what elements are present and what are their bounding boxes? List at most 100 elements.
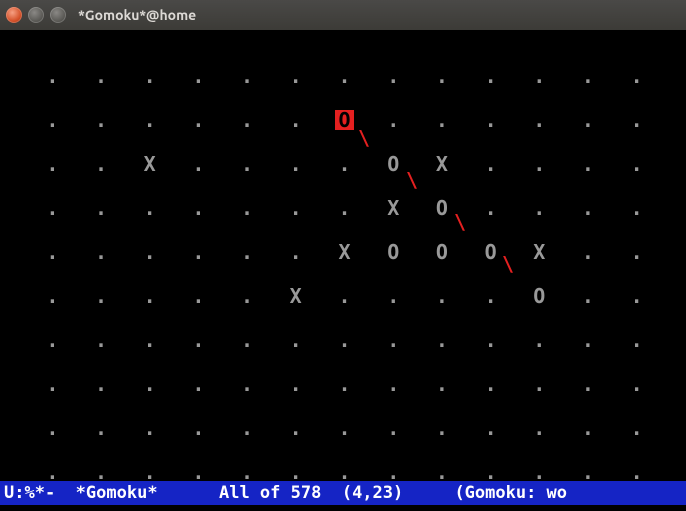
board-cell[interactable]: . xyxy=(125,450,174,481)
board-cell[interactable]: . xyxy=(125,54,174,98)
board-cell[interactable]: . xyxy=(515,142,564,186)
board-cell[interactable]: . xyxy=(418,318,467,362)
board-cell[interactable]: . xyxy=(223,362,272,406)
minimize-icon[interactable] xyxy=(28,7,44,23)
board-cell[interactable]: . xyxy=(223,450,272,481)
board-cell[interactable]: . xyxy=(28,450,77,481)
board-cell[interactable]: . xyxy=(174,230,223,274)
board-cell[interactable]: . xyxy=(28,54,77,98)
board-cell[interactable]: . xyxy=(369,274,418,318)
board-cell[interactable]: . xyxy=(28,230,77,274)
board-cell[interactable]: . xyxy=(174,274,223,318)
board-cell[interactable]: . xyxy=(77,186,126,230)
board-cell[interactable]: X xyxy=(369,186,418,230)
board-cell[interactable]: . xyxy=(77,318,126,362)
board-cell[interactable]: . xyxy=(320,406,369,450)
board-cell[interactable]: . xyxy=(369,406,418,450)
board-cell[interactable]: . xyxy=(466,186,515,230)
board-cell[interactable]: . xyxy=(515,98,564,142)
board-cell[interactable]: . xyxy=(320,450,369,481)
board-cell[interactable]: . xyxy=(223,98,272,142)
board-cell[interactable]: . xyxy=(174,142,223,186)
board-cell[interactable]: . xyxy=(418,450,467,481)
gomoku-board-area[interactable]: ...................O........X....OX.....… xyxy=(28,30,661,481)
board-cell[interactable]: . xyxy=(515,362,564,406)
board-cell[interactable]: . xyxy=(174,406,223,450)
board-cell[interactable]: . xyxy=(564,54,613,98)
board-cell[interactable]: . xyxy=(515,450,564,481)
board-cell[interactable]: . xyxy=(271,230,320,274)
board-cell[interactable]: . xyxy=(466,318,515,362)
board-cell[interactable]: . xyxy=(77,450,126,481)
board-cell[interactable]: . xyxy=(515,186,564,230)
board-cell[interactable]: . xyxy=(223,54,272,98)
board-cell[interactable]: . xyxy=(612,318,661,362)
board-cell[interactable]: . xyxy=(77,362,126,406)
board-cell[interactable]: . xyxy=(174,98,223,142)
board-cell[interactable]: . xyxy=(564,274,613,318)
maximize-icon[interactable] xyxy=(50,7,66,23)
board-cell[interactable]: . xyxy=(515,406,564,450)
board-cell[interactable]: . xyxy=(369,450,418,481)
board-cell[interactable]: . xyxy=(564,98,613,142)
board-cell[interactable]: . xyxy=(466,142,515,186)
board-cell[interactable]: . xyxy=(174,450,223,481)
board-cell[interactable]: . xyxy=(77,142,126,186)
board-cell[interactable]: . xyxy=(369,54,418,98)
board-cell[interactable]: X xyxy=(418,142,467,186)
board-cell[interactable]: . xyxy=(515,318,564,362)
board-cell[interactable]: . xyxy=(564,450,613,481)
board-cell[interactable]: . xyxy=(320,362,369,406)
board-cell[interactable]: . xyxy=(320,274,369,318)
board-cell[interactable]: . xyxy=(223,406,272,450)
board-cell[interactable]: . xyxy=(466,406,515,450)
board-cell[interactable]: . xyxy=(77,406,126,450)
board-cell[interactable]: . xyxy=(77,98,126,142)
board-cell[interactable]: . xyxy=(418,54,467,98)
board-cell[interactable]: . xyxy=(369,362,418,406)
board-cell[interactable]: X xyxy=(125,142,174,186)
board-cell[interactable]: . xyxy=(564,406,613,450)
board-cell[interactable]: . xyxy=(271,186,320,230)
board-cell[interactable]: O xyxy=(418,230,467,274)
board-cell[interactable]: . xyxy=(564,362,613,406)
board-cell[interactable]: O xyxy=(369,230,418,274)
board-cell[interactable]: . xyxy=(174,318,223,362)
gomoku-board[interactable]: ...................O........X....OX.....… xyxy=(28,54,661,481)
board-cell[interactable]: . xyxy=(466,54,515,98)
board-cell[interactable]: . xyxy=(418,98,467,142)
board-cell[interactable]: . xyxy=(271,318,320,362)
board-cell[interactable]: O xyxy=(515,274,564,318)
board-cell[interactable]: . xyxy=(612,186,661,230)
board-cell[interactable]: . xyxy=(28,142,77,186)
board-cell[interactable]: . xyxy=(612,230,661,274)
board-cell[interactable]: . xyxy=(77,54,126,98)
board-cell[interactable]: . xyxy=(320,186,369,230)
board-cell[interactable]: . xyxy=(28,274,77,318)
board-cell[interactable]: . xyxy=(418,362,467,406)
board-cell[interactable]: . xyxy=(564,186,613,230)
board-cell[interactable]: . xyxy=(612,406,661,450)
board-cell[interactable]: . xyxy=(515,54,564,98)
board-cell[interactable]: . xyxy=(271,142,320,186)
board-cell[interactable]: . xyxy=(271,362,320,406)
board-cell[interactable]: . xyxy=(369,318,418,362)
board-cell[interactable]: . xyxy=(612,362,661,406)
board-cell[interactable]: . xyxy=(612,274,661,318)
board-cell[interactable]: . xyxy=(28,406,77,450)
board-cell[interactable]: . xyxy=(28,186,77,230)
board-cell[interactable]: . xyxy=(564,318,613,362)
board-cell[interactable]: . xyxy=(223,230,272,274)
board-cell[interactable]: . xyxy=(223,186,272,230)
board-cell[interactable]: . xyxy=(125,186,174,230)
board-cell[interactable]: . xyxy=(174,54,223,98)
close-icon[interactable] xyxy=(6,7,22,23)
board-cell[interactable]: . xyxy=(418,406,467,450)
board-cell[interactable]: . xyxy=(466,98,515,142)
board-cell[interactable]: . xyxy=(564,142,613,186)
board-cell[interactable]: . xyxy=(612,54,661,98)
board-cell[interactable]: . xyxy=(418,274,467,318)
board-cell[interactable]: . xyxy=(271,98,320,142)
board-cell[interactable]: . xyxy=(271,406,320,450)
board-cell[interactable]: . xyxy=(125,362,174,406)
